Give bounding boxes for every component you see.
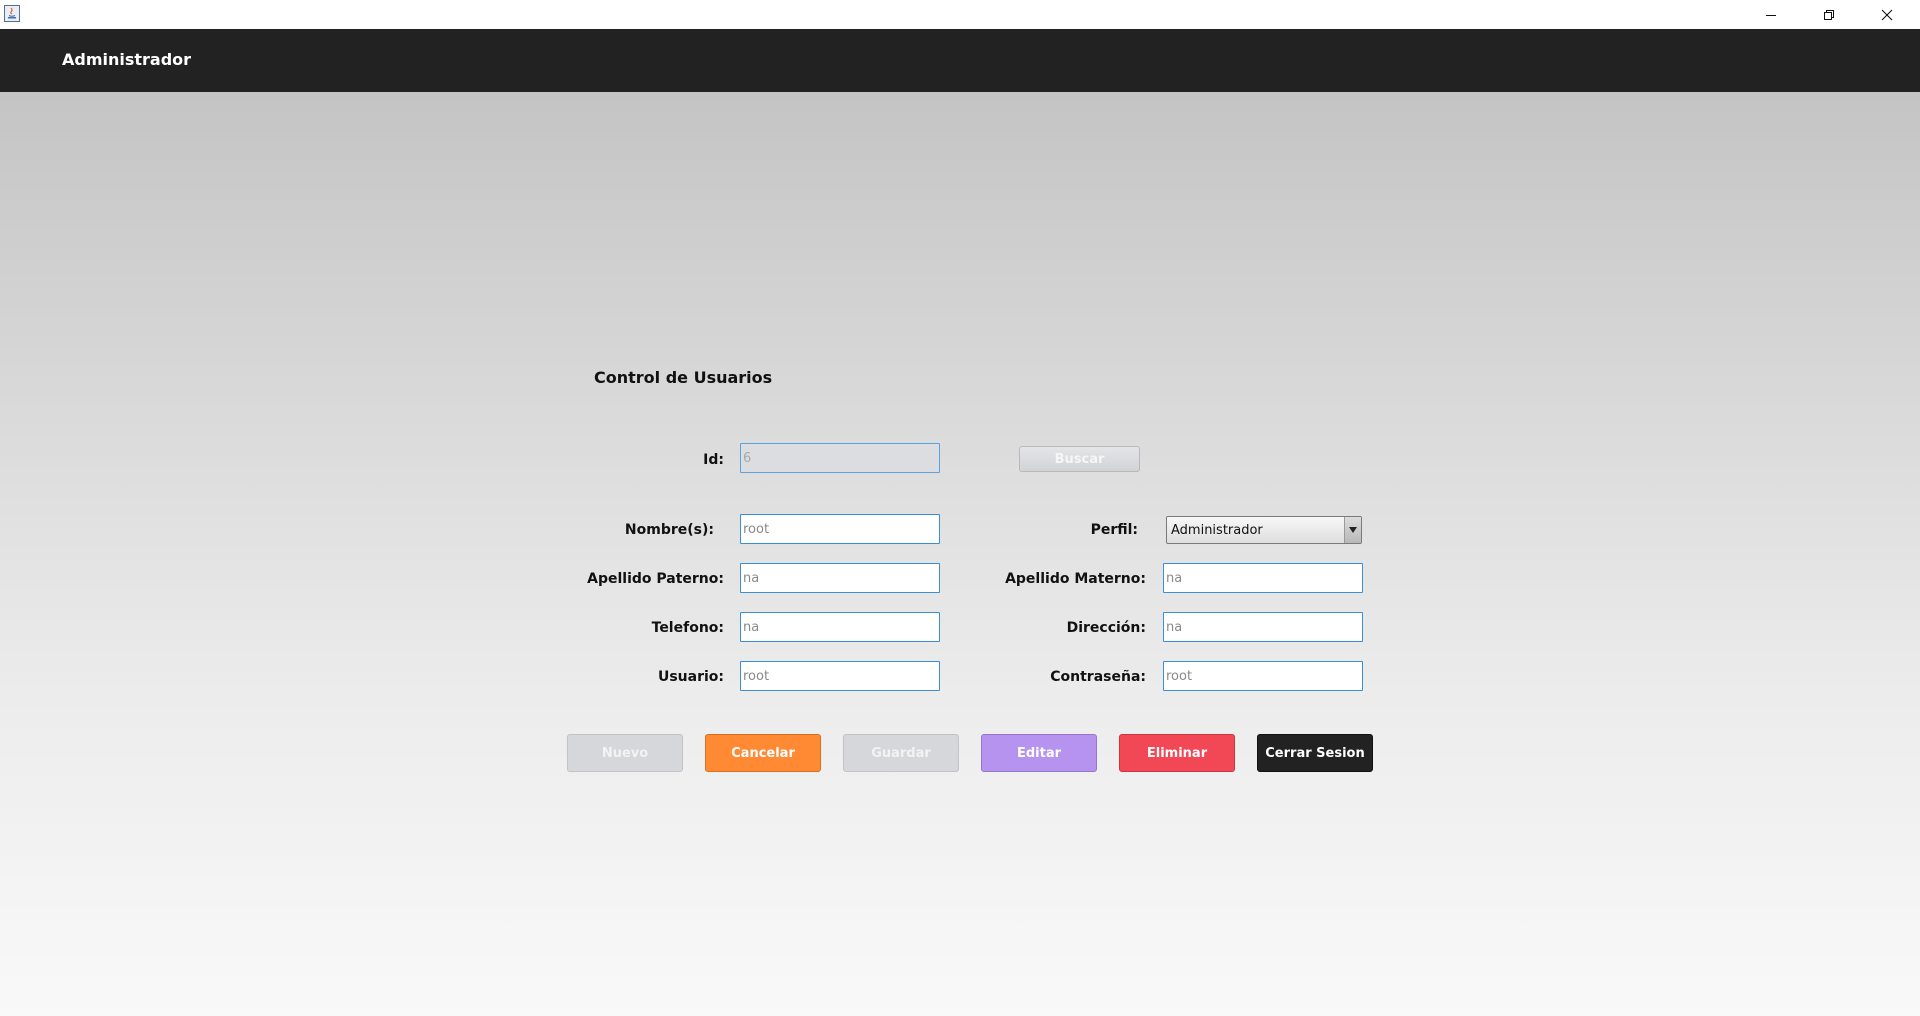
restore-icon [1823, 9, 1835, 21]
contrasena-label: Contraseña: [1050, 669, 1146, 685]
minimize-button[interactable] [1742, 0, 1800, 29]
telefono-field[interactable] [740, 612, 940, 642]
id-field[interactable] [740, 443, 940, 473]
cancelar-button[interactable]: Cancelar [705, 734, 821, 772]
usuario-label: Usuario: [657, 669, 724, 685]
buscar-button[interactable]: Buscar [1019, 446, 1140, 472]
nombre-label: Nombre(s): [624, 522, 714, 538]
close-button[interactable] [1858, 0, 1916, 29]
contrasena-field[interactable] [1163, 661, 1363, 691]
main-content [0, 92, 1920, 1016]
apellido-materno-label: Apellido Materno: [1005, 571, 1146, 587]
id-label: Id: [703, 452, 724, 468]
form-title: Control de Usuarios [594, 368, 773, 387]
header-bar: Administrador [0, 29, 1920, 92]
title-bar [0, 0, 1920, 29]
eliminar-button[interactable]: Eliminar [1119, 734, 1235, 772]
direccion-field[interactable] [1163, 612, 1363, 642]
guardar-button[interactable]: Guardar [843, 734, 959, 772]
minimize-icon [1765, 9, 1777, 21]
apellido-paterno-label: Apellido Paterno: [587, 571, 724, 587]
direccion-label: Dirección: [1066, 620, 1146, 636]
editar-button[interactable]: Editar [981, 734, 1097, 772]
apellido-materno-field[interactable] [1163, 563, 1363, 593]
nombre-field[interactable] [740, 514, 940, 544]
perfil-selected-value: Administrador [1171, 523, 1263, 538]
usuario-field[interactable] [740, 661, 940, 691]
close-icon [1881, 9, 1893, 21]
perfil-label: Perfil: [1090, 522, 1138, 538]
perfil-select[interactable]: Administrador [1166, 516, 1362, 544]
apellido-paterno-field[interactable] [740, 563, 940, 593]
java-app-icon [4, 5, 20, 22]
restore-button[interactable] [1800, 0, 1858, 29]
telefono-label: Telefono: [651, 620, 724, 636]
nuevo-button[interactable]: Nuevo [567, 734, 683, 772]
header-title: Administrador [62, 50, 192, 69]
app-window: Administrador Control de Usuarios Id: Bu… [0, 0, 1920, 1016]
triangle-down-icon[interactable] [1344, 517, 1361, 543]
cerrar-sesion-button[interactable]: Cerrar Sesion [1257, 734, 1373, 772]
